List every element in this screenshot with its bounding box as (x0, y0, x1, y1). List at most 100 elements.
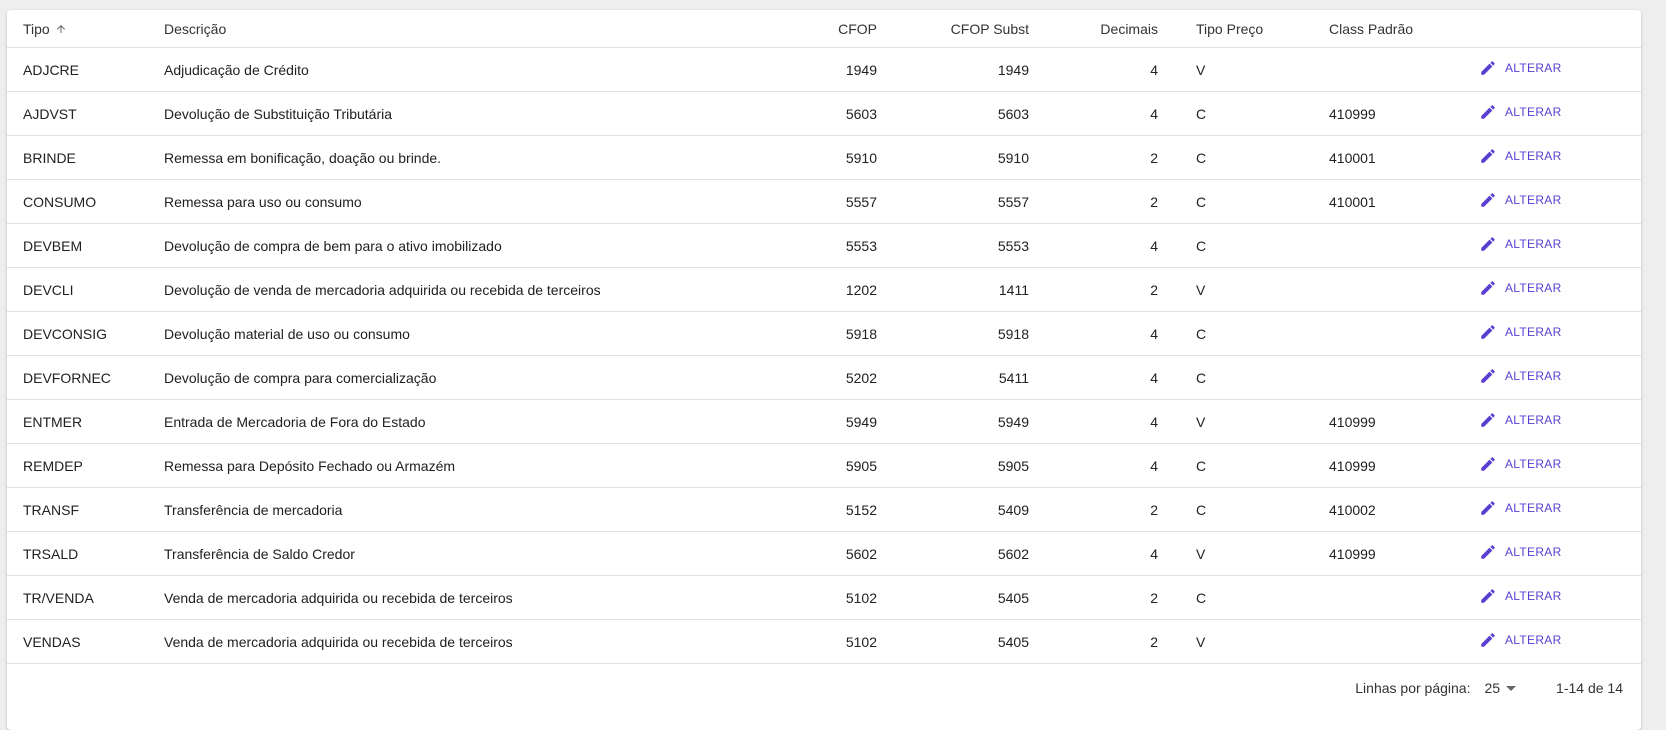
cell-actions: ALTERAR (1451, 311, 1641, 356)
alterar-button[interactable]: ALTERAR (1479, 279, 1562, 297)
cell-tipo: DEVBEM (7, 223, 164, 268)
cell-class-padrao: 410999 (1299, 91, 1451, 136)
header-cfop-subst[interactable]: CFOP Subst (877, 10, 1029, 48)
cell-class-padrao (1299, 267, 1451, 312)
cell-actions: ALTERAR (1451, 47, 1641, 92)
alterar-label: ALTERAR (1505, 149, 1562, 163)
cell-descricao: Remessa para uso ou consumo (164, 179, 794, 224)
cell-cfop: 5602 (794, 531, 877, 576)
alterar-button[interactable]: ALTERAR (1479, 103, 1562, 121)
alterar-label: ALTERAR (1505, 413, 1562, 427)
cell-cfop: 5905 (794, 443, 877, 488)
table-row: VENDAS Venda de mercadoria adquirida ou r… (7, 619, 1641, 664)
alterar-button[interactable]: ALTERAR (1479, 587, 1562, 605)
cell-cfop-subst: 5949 (877, 399, 1029, 444)
cell-cfop: 5603 (794, 91, 877, 136)
cell-tipo-preco: C (1158, 443, 1299, 488)
cell-decimais: 2 (1029, 135, 1158, 180)
alterar-button[interactable]: ALTERAR (1479, 235, 1562, 253)
cell-tipo-preco: V (1158, 47, 1299, 92)
header-descricao[interactable]: Descrição (164, 10, 794, 48)
table-row: ENTMER Entrada de Mercadoria de Fora do E… (7, 399, 1641, 444)
cell-descricao: Devolução de Substituição Tributária (164, 91, 794, 136)
table-row: AJDVST Devolução de Substituição Tributár… (7, 91, 1641, 136)
header-tipo[interactable]: Tipo (7, 10, 164, 48)
alterar-button[interactable]: ALTERAR (1479, 411, 1562, 429)
cell-cfop-subst: 5405 (877, 575, 1029, 620)
cell-tipo-preco: C (1158, 575, 1299, 620)
cell-class-padrao: 410001 (1299, 135, 1451, 180)
cell-actions: ALTERAR (1451, 443, 1641, 488)
cell-decimais: 4 (1029, 399, 1158, 444)
table-row: TRSALD Transferência de Saldo Credor 5602 5… (7, 531, 1641, 576)
cell-tipo-preco: V (1158, 619, 1299, 664)
alterar-button[interactable]: ALTERAR (1479, 147, 1562, 165)
pencil-icon (1479, 191, 1497, 209)
pencil-icon (1479, 103, 1497, 121)
cell-actions: ALTERAR (1451, 487, 1641, 532)
alterar-label: ALTERAR (1505, 457, 1562, 471)
cell-class-padrao: 410999 (1299, 399, 1451, 444)
table-body: ADJCRE Adjudicação de Crédito 1949 1949 4 V AL… (7, 47, 1641, 664)
pagination-footer: Linhas por página: 25 1-14 de 14 (7, 664, 1641, 712)
alterar-button[interactable]: ALTERAR (1479, 323, 1562, 341)
alterar-button[interactable]: ALTERAR (1479, 59, 1562, 77)
cell-cfop-subst: 5553 (877, 223, 1029, 268)
header-actions (1451, 10, 1641, 48)
alterar-label: ALTERAR (1505, 545, 1562, 559)
cell-decimais: 4 (1029, 355, 1158, 400)
pencil-icon (1479, 455, 1497, 473)
alterar-button[interactable]: ALTERAR (1479, 499, 1562, 517)
rows-per-page-select[interactable]: 25 (1484, 680, 1517, 696)
cell-decimais: 4 (1029, 91, 1158, 136)
cell-cfop: 1202 (794, 267, 877, 312)
cell-cfop-subst: 5910 (877, 135, 1029, 180)
alterar-button[interactable]: ALTERAR (1479, 367, 1562, 385)
table-row: TRANSF Transferência de mercadoria 5152 540… (7, 487, 1641, 532)
table-row: DEVBEM Devolução de compra de bem para o … (7, 223, 1641, 268)
cell-decimais: 4 (1029, 311, 1158, 356)
cell-tipo-preco: C (1158, 355, 1299, 400)
table-row: DEVFORNEC Devolução de compra para comerc… (7, 355, 1641, 400)
cell-cfop-subst: 1949 (877, 47, 1029, 92)
cell-class-padrao: 410002 (1299, 487, 1451, 532)
cell-decimais: 4 (1029, 531, 1158, 576)
cell-cfop: 5553 (794, 223, 877, 268)
header-decimais[interactable]: Decimais (1029, 10, 1158, 48)
alterar-button[interactable]: ALTERAR (1479, 191, 1562, 209)
arrow-up-icon[interactable] (55, 22, 67, 37)
alterar-label: ALTERAR (1505, 325, 1562, 339)
alterar-button[interactable]: ALTERAR (1479, 543, 1562, 561)
cell-actions: ALTERAR (1451, 531, 1641, 576)
alterar-button[interactable]: ALTERAR (1479, 631, 1562, 649)
data-table-card: Tipo Descrição CFOP CFOP Subst Decimais … (7, 10, 1641, 730)
header-class-padrao[interactable]: Class Padrão (1299, 10, 1451, 48)
table-row: DEVCLI Devolução de venda de mercadoria a… (7, 267, 1641, 312)
pencil-icon (1479, 59, 1497, 77)
table-row: CONSUMO Remessa para uso ou consumo 5557 55… (7, 179, 1641, 224)
cell-tipo: TR/VENDA (7, 575, 164, 620)
cell-cfop-subst: 5602 (877, 531, 1029, 576)
cell-actions: ALTERAR (1451, 355, 1641, 400)
cell-cfop: 1949 (794, 47, 877, 92)
alterar-label: ALTERAR (1505, 369, 1562, 383)
alterar-label: ALTERAR (1505, 237, 1562, 251)
cell-cfop-subst: 1411 (877, 267, 1029, 312)
alterar-label: ALTERAR (1505, 193, 1562, 207)
header-cfop[interactable]: CFOP (794, 10, 877, 48)
header-tipo-label: Tipo (23, 20, 50, 37)
cell-class-padrao: 410999 (1299, 531, 1451, 576)
cell-decimais: 4 (1029, 223, 1158, 268)
table-row: ADJCRE Adjudicação de Crédito 1949 1949 4 V AL… (7, 47, 1641, 92)
cell-class-padrao: 410001 (1299, 179, 1451, 224)
cell-actions: ALTERAR (1451, 575, 1641, 620)
header-tipo-preco[interactable]: Tipo Preço (1158, 10, 1299, 48)
cell-cfop: 5557 (794, 179, 877, 224)
cell-tipo: VENDAS (7, 619, 164, 664)
cell-decimais: 2 (1029, 619, 1158, 664)
cell-decimais: 4 (1029, 443, 1158, 488)
cell-decimais: 2 (1029, 179, 1158, 224)
caret-down-icon (1506, 685, 1517, 691)
cell-tipo: REMDEP (7, 443, 164, 488)
alterar-button[interactable]: ALTERAR (1479, 455, 1562, 473)
